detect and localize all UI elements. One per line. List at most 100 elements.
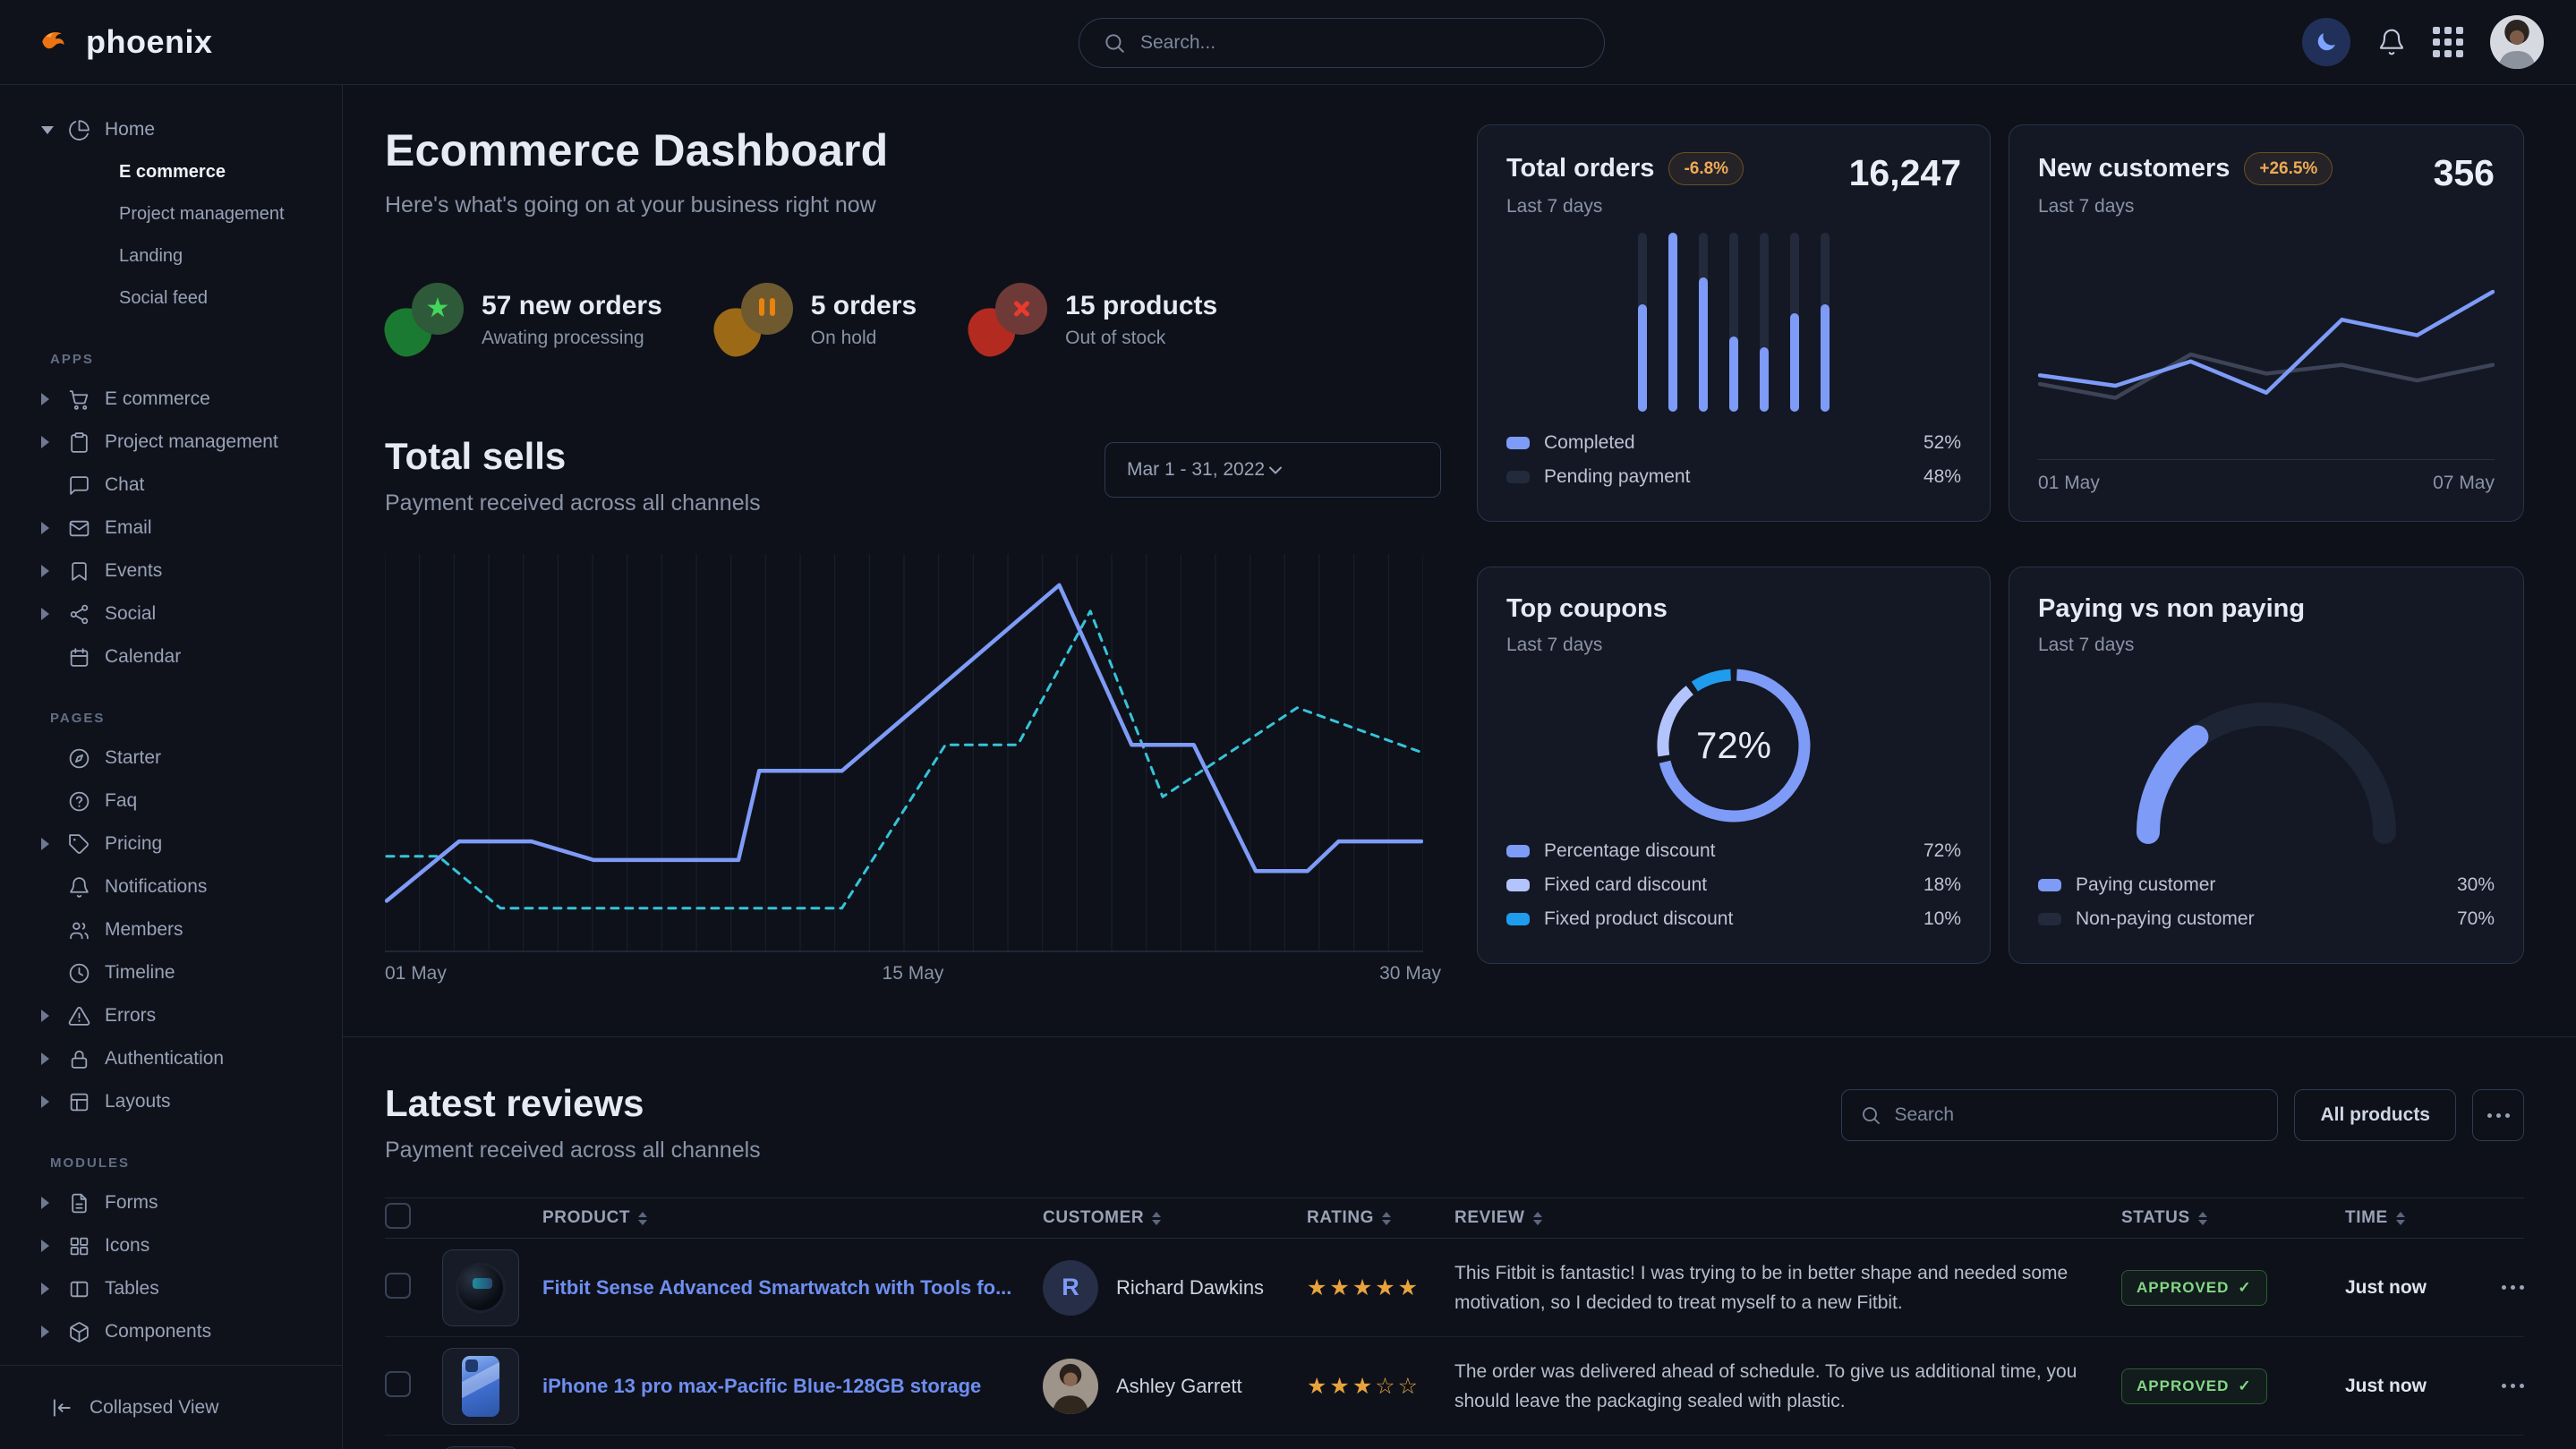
sidebar-item-starter[interactable]: Starter: [0, 737, 342, 780]
chevron-right-icon: [41, 565, 49, 577]
date-range-select[interactable]: Mar 1 - 31, 2022: [1105, 442, 1441, 498]
sidebar-item-email[interactable]: Email: [0, 507, 342, 550]
sidebar-item-timeline[interactable]: Timeline: [0, 951, 342, 994]
sort-button[interactable]: PRODUCT: [542, 1208, 647, 1228]
sort-button[interactable]: REVIEW: [1454, 1208, 1542, 1228]
sidebar-item-authentication[interactable]: Authentication: [0, 1037, 342, 1080]
legend-item: Completed 52%: [1506, 426, 1961, 460]
chevron-down-icon: [1265, 459, 1286, 481]
legend-item: Fixed card discount 18%: [1506, 868, 1961, 902]
product-thumbnail: [442, 1249, 519, 1326]
card-period: Last 7 days: [1506, 196, 1744, 217]
all-products-button[interactable]: All products: [2294, 1089, 2456, 1141]
sidebar-item-label: Events: [105, 560, 162, 582]
legend-swatch: [1506, 437, 1530, 449]
row-menu-button[interactable]: [2502, 1384, 2524, 1388]
sidebar-item-label: E commerce: [105, 388, 210, 410]
user-avatar[interactable]: [2490, 15, 2544, 69]
sidebar-item-calendar[interactable]: Calendar: [0, 635, 342, 678]
chevron-right-icon: [41, 1240, 49, 1252]
review-text: This Fitbit is fantastic! I was trying t…: [1454, 1263, 2068, 1313]
pause-icon: [756, 298, 778, 320]
legend-item: Paying customer 30%: [2038, 868, 2495, 902]
sidebar-item-events[interactable]: Events: [0, 550, 342, 592]
theme-toggle-button[interactable]: [2302, 18, 2350, 66]
sort-button[interactable]: CUSTOMER: [1043, 1208, 1161, 1228]
sidebar-item-notifications[interactable]: Notifications: [0, 865, 342, 908]
legend-label: Non-paying customer: [2076, 908, 2255, 930]
sidebar-item-members[interactable]: Members: [0, 908, 342, 951]
sort-button[interactable]: TIME: [2345, 1208, 2405, 1228]
notifications-button[interactable]: [2377, 28, 2406, 56]
sort-icon: [1382, 1212, 1391, 1225]
legend-label: Fixed card discount: [1544, 874, 1707, 896]
grid-icon: [68, 1235, 90, 1257]
sidebar-item-social[interactable]: Social: [0, 592, 342, 635]
sidebar-item-pricing[interactable]: Pricing: [0, 823, 342, 865]
tag-icon: [68, 833, 90, 856]
sidebar-item-errors[interactable]: Errors: [0, 994, 342, 1037]
stat-subtitle: Awating processing: [482, 328, 662, 349]
brand[interactable]: phoenix: [36, 23, 213, 61]
sidebar-subitem-project-management[interactable]: Project management: [0, 193, 342, 235]
apps-grid-button[interactable]: [2433, 27, 2463, 57]
sidebar-item-components[interactable]: Components: [0, 1310, 342, 1353]
sidebar-item-tables[interactable]: Tables: [0, 1267, 342, 1310]
more-options-button[interactable]: [2472, 1089, 2524, 1141]
sidebar-subitem-landing[interactable]: Landing: [0, 235, 342, 277]
total-sells-title: Total sells: [385, 435, 761, 478]
sidebar-item-forms[interactable]: Forms: [0, 1181, 342, 1224]
search-icon: [1860, 1104, 1881, 1126]
row-checkbox[interactable]: [385, 1371, 411, 1397]
sidebar-subitem-social-feed[interactable]: Social feed: [0, 277, 342, 320]
date-range-value: Mar 1 - 31, 2022: [1127, 459, 1265, 481]
total-sells-svg: [385, 554, 1423, 952]
sidebar-section-label: PAGES: [50, 711, 342, 726]
card-title: Top coupons: [1506, 594, 1668, 624]
legend-value: 18%: [1923, 874, 1961, 896]
legend-label: Paying customer: [2076, 874, 2215, 896]
product-link[interactable]: iPhone 13 pro max-Pacific Blue-128GB sto…: [542, 1375, 1043, 1398]
legend-item: Pending payment 48%: [1506, 460, 1961, 494]
layout-icon: [68, 1091, 90, 1113]
row-checkbox[interactable]: [385, 1273, 411, 1299]
new-customers-svg: [2038, 241, 2495, 433]
sidebar-item-chat[interactable]: Chat: [0, 464, 342, 507]
sidebar-item-layouts[interactable]: Layouts: [0, 1080, 342, 1123]
sidebar-subitem-e-commerce[interactable]: E commerce: [0, 151, 342, 193]
section-divider: [343, 1036, 2576, 1037]
sort-button[interactable]: RATING: [1307, 1208, 1391, 1228]
sidebar-item-project-management[interactable]: Project management: [0, 421, 342, 464]
column-header-status: STATUS: [2121, 1208, 2345, 1228]
select-all-checkbox[interactable]: [385, 1203, 411, 1229]
new-customers-chart: [2038, 217, 2495, 456]
sidebar-item-icons[interactable]: Icons: [0, 1224, 342, 1267]
product-thumbnail: [442, 1348, 519, 1425]
legend-value: 10%: [1923, 908, 1961, 930]
row-menu-button[interactable]: [2502, 1285, 2524, 1290]
latest-reviews-subtitle: Payment received across all channels: [385, 1138, 761, 1163]
moon-icon: [2314, 30, 2339, 55]
sort-icon: [2198, 1212, 2207, 1225]
review-text: The order was delivered ahead of schedul…: [1454, 1361, 2077, 1411]
sidebar-item-faq[interactable]: Faq: [0, 780, 342, 823]
reviews-search-input[interactable]: [1894, 1104, 2259, 1126]
product-link[interactable]: Fitbit Sense Advanced Smartwatch with To…: [542, 1276, 1043, 1300]
legend-value: 70%: [2457, 908, 2495, 930]
collapsed-view-toggle[interactable]: Collapsed View: [0, 1365, 342, 1449]
x-tick: 30 May: [1089, 963, 1441, 984]
reviews-table: PRODUCT CUSTOMER RATING REVIEW STATUS TIME Fi…: [385, 1198, 2524, 1449]
sort-button[interactable]: STATUS: [2121, 1208, 2207, 1228]
legend-swatch: [2038, 879, 2061, 891]
sidebar-item-label: Email: [105, 517, 152, 539]
total-orders-chart: [1506, 217, 1961, 426]
search-input[interactable]: [1140, 32, 1581, 54]
sidebar-item-e-commerce[interactable]: E commerce: [0, 378, 342, 421]
stat-title: 15 products: [1065, 291, 1217, 321]
legend-item: Non-paying customer 70%: [2038, 902, 2495, 936]
trend-badge: -6.8%: [1668, 152, 1744, 185]
status-badge: APPROVED ✓: [2121, 1270, 2267, 1306]
sidebar-item-home[interactable]: Home: [0, 108, 342, 151]
collapsed-view-label: Collapsed View: [90, 1397, 218, 1419]
calendar-icon: [68, 646, 90, 669]
